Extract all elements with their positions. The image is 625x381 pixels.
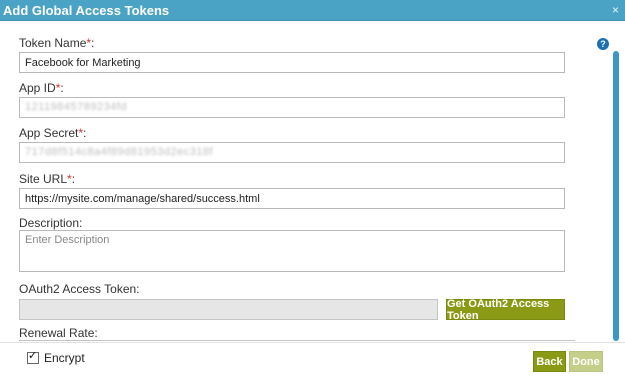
encrypt-label: Encrypt <box>44 351 85 365</box>
token-name-label: Token Name*: <box>19 36 95 50</box>
app-id-value: 12119845789234fd <box>25 101 128 113</box>
encrypt-checkbox[interactable]: Encrypt <box>27 349 85 365</box>
get-oauth-token-button[interactable]: Get OAuth2 Access Token <box>446 298 565 322</box>
app-secret-input[interactable]: 717d8f514c8a4f89d81953d2ec318f <box>19 142 565 163</box>
scrollbar[interactable] <box>613 51 619 341</box>
token-name-input[interactable] <box>19 52 565 73</box>
app-id-label: App ID*: <box>19 81 64 95</box>
dialog-title: Add Global Access Tokens <box>3 3 170 18</box>
description-textarea[interactable] <box>19 230 565 272</box>
description-label: Description: <box>19 216 83 230</box>
oauth-token-label: OAuth2 Access Token: <box>19 282 140 296</box>
form-content: ? Token Name*: App ID*: 12119845789234fd… <box>0 22 625 342</box>
app-id-input[interactable]: 12119845789234fd <box>19 97 565 118</box>
site-url-input[interactable] <box>19 188 565 209</box>
app-secret-value: 717d8f514c8a4f89d81953d2ec318f <box>25 146 214 158</box>
site-url-label: Site URL*: <box>19 172 76 186</box>
renewal-rate-label: Renewal Rate: <box>19 326 98 340</box>
back-button[interactable]: Back <box>533 351 566 372</box>
close-icon[interactable]: × <box>612 3 619 17</box>
app-secret-label: App Secret*: <box>19 126 87 140</box>
oauth-token-field <box>19 299 438 320</box>
done-button[interactable]: Done <box>569 351 603 372</box>
checkbox-checked-icon[interactable] <box>27 349 39 364</box>
dialog-title-bar: Add Global Access Tokens × <box>0 0 625 21</box>
dialog-footer: Encrypt Back Done <box>0 342 625 381</box>
help-icon[interactable]: ? <box>597 38 609 50</box>
